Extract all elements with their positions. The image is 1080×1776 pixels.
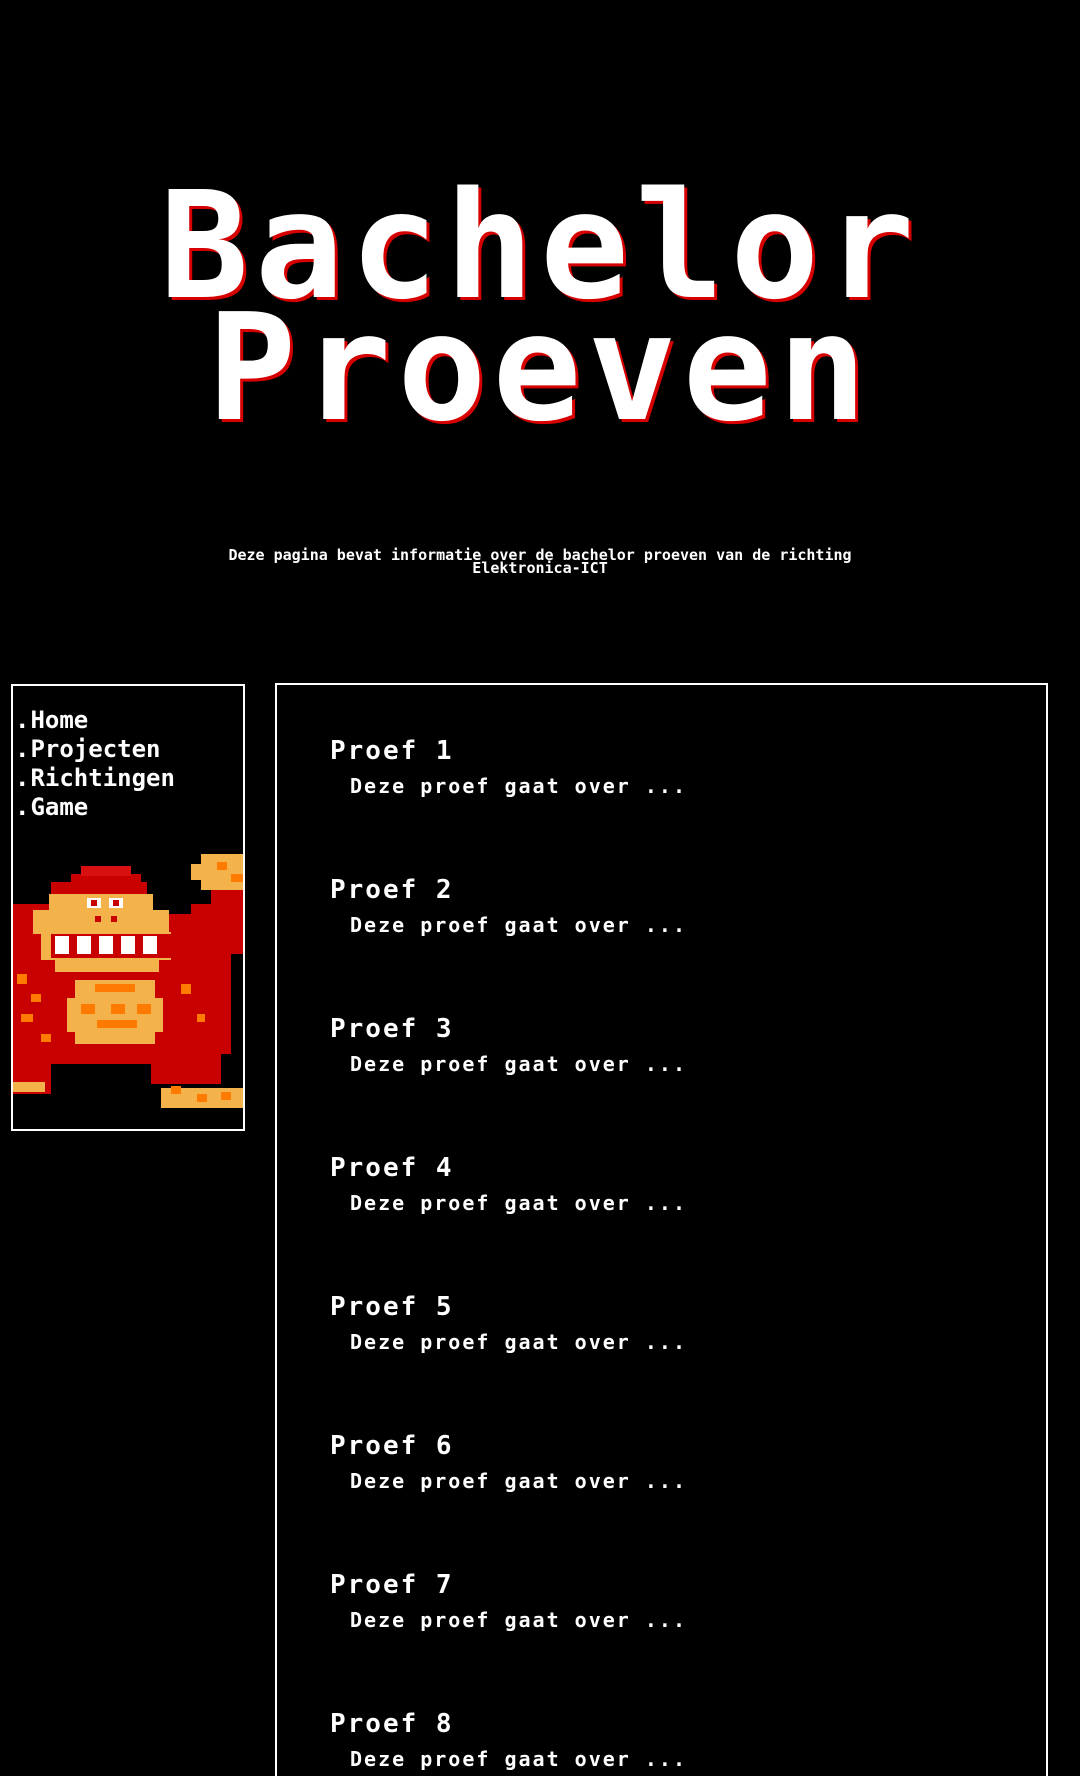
sidebar: .Home .Projecten .Richtingen .Game <box>11 684 245 1131</box>
proof-title: Proef 7 <box>330 1570 454 1600</box>
nav-item-game[interactable]: .Game <box>15 793 243 822</box>
proof-item-2: Proef 2 Deze proef gaat over ... <box>330 875 687 937</box>
proof-description: Deze proef gaat over ... <box>350 1191 687 1215</box>
proof-title: Proef 8 <box>330 1709 454 1739</box>
proof-item-8: Proef 8 Deze proef gaat over ... <box>330 1709 687 1771</box>
proof-item-5: Proef 5 Deze proef gaat over ... <box>330 1292 687 1354</box>
proof-description: Deze proef gaat over ... <box>350 913 687 937</box>
proof-title: Proef 4 <box>330 1153 454 1183</box>
nav-item-label: Richtingen <box>30 764 175 792</box>
nav-bullet: . <box>15 793 30 821</box>
nav-item-projecten[interactable]: .Projecten <box>15 735 243 764</box>
proof-item-7: Proef 7 Deze proef gaat over ... <box>330 1570 687 1632</box>
nav-item-label: Game <box>30 793 89 821</box>
nav-bullet: . <box>15 706 30 734</box>
proof-description: Deze proef gaat over ... <box>350 1330 687 1354</box>
proof-title: Proef 5 <box>330 1292 454 1322</box>
proof-description: Deze proef gaat over ... <box>350 1052 687 1076</box>
nav-item-label: Home <box>30 706 89 734</box>
nav-bullet: . <box>15 735 30 763</box>
proof-title: Proef 2 <box>330 875 454 905</box>
proof-item-1: Proef 1 Deze proef gaat over ... <box>330 736 687 798</box>
proof-title: Proef 6 <box>330 1431 454 1461</box>
nav-item-home[interactable]: .Home <box>15 706 243 735</box>
proof-description: Deze proef gaat over ... <box>350 1608 687 1632</box>
proof-description: Deze proef gaat over ... <box>350 1469 687 1493</box>
proof-title: Proef 3 <box>330 1014 454 1044</box>
proof-description: Deze proef gaat over ... <box>350 774 687 798</box>
proof-item-3: Proef 3 Deze proef gaat over ... <box>330 1014 687 1076</box>
nav-item-label: Projecten <box>30 735 161 763</box>
page-title: Bachelor Proeven <box>0 172 1080 442</box>
proof-item-6: Proef 6 Deze proef gaat over ... <box>330 1431 687 1493</box>
nav-menu: .Home .Projecten .Richtingen .Game <box>13 686 243 822</box>
proof-description: Deze proef gaat over ... <box>350 1747 687 1771</box>
proof-item-4: Proef 4 Deze proef gaat over ... <box>330 1153 687 1215</box>
donkey-kong-sprite-icon <box>13 854 243 1108</box>
proof-title: Proef 1 <box>330 736 454 766</box>
nav-bullet: . <box>15 764 30 792</box>
nav-item-richtingen[interactable]: .Richtingen <box>15 764 243 793</box>
page-subtitle-line-2: Elektronica-ICT <box>472 559 608 577</box>
page-subtitle: Deze pagina bevat informatie over de bac… <box>110 548 970 577</box>
proof-list: Proef 1 Deze proef gaat over ... Proef 2… <box>275 683 1048 1776</box>
